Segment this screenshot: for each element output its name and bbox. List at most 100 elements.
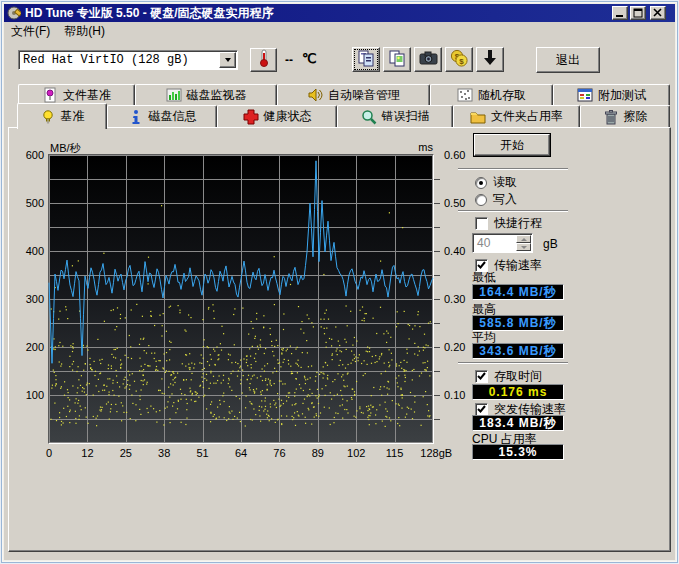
- cpu-usage-value: 15.3%: [472, 444, 564, 460]
- benchmark-plot: [48, 154, 434, 444]
- tab-label: 附加测试: [598, 87, 646, 104]
- access-time-checkbox[interactable]: 存取时间: [475, 368, 542, 385]
- tab-aam[interactable]: 自动噪音管理: [277, 84, 430, 105]
- folder-icon: [470, 109, 486, 125]
- menu-help[interactable]: 帮助(H): [57, 21, 112, 42]
- left-axis-tick-label: 500: [26, 197, 44, 209]
- tab-label: 文件夹占用率: [491, 108, 563, 125]
- tab-label: 文件基准: [63, 87, 111, 104]
- extra-tests-icon: [577, 87, 593, 103]
- minimize-button[interactable]: [612, 6, 628, 20]
- info-icon: [128, 109, 144, 125]
- capacity-spinner[interactable]: 40: [472, 233, 533, 253]
- coins-icon: $$: [450, 49, 468, 71]
- tab-erase[interactable]: 擦除: [580, 105, 670, 127]
- camera-icon: [419, 50, 438, 69]
- right-axis-tick-label: 0.30: [444, 293, 465, 305]
- maximize-button[interactable]: [630, 6, 646, 20]
- tab-error-scan[interactable]: 错误扫描: [337, 105, 453, 127]
- tab-folder-usage[interactable]: 文件夹占用率: [453, 105, 580, 127]
- x-axis-tick-label: 89: [312, 447, 324, 459]
- menu-bar: 文件(F)帮助(H): [4, 22, 675, 41]
- avg-value: 343.6 MB/秒: [472, 343, 564, 359]
- drive-selector[interactable]: Red Hat VirtIO (128 gB): [18, 50, 238, 70]
- left-axis-tick-label: 100: [26, 389, 44, 401]
- left-axis-tick-label: 200: [26, 341, 44, 353]
- checkbox-checked-icon: [475, 370, 488, 383]
- left-axis-tick-label: 300: [26, 293, 44, 305]
- x-axis-tick-label: 128gB: [420, 447, 452, 459]
- x-axis-tick-label: 12: [81, 447, 93, 459]
- speaker-icon: [307, 87, 323, 103]
- x-axis-tick-label: 64: [235, 447, 247, 459]
- copy-button[interactable]: [352, 47, 380, 72]
- tab-label: 基准: [61, 108, 85, 125]
- radio-selected-icon: [475, 177, 487, 189]
- title-bar: HD Tune 专业版 5.50 - 硬盘/固态硬盘实用程序: [4, 4, 675, 22]
- down-arrow-icon: [482, 49, 498, 70]
- x-axis-tick-label: 38: [158, 447, 170, 459]
- tab-label: 磁盘监视器: [187, 87, 247, 104]
- menu-file[interactable]: 文件(F): [4, 21, 57, 42]
- separator: [458, 362, 568, 364]
- screenshot-button[interactable]: [414, 47, 442, 72]
- tab-label: 擦除: [624, 108, 648, 125]
- x-axis-tick-label: 25: [120, 447, 132, 459]
- x-axis-tick-label: 115: [386, 447, 404, 459]
- separator: [458, 210, 568, 212]
- window-title: HD Tune 专业版 5.50 - 硬盘/固态硬盘实用程序: [25, 5, 273, 22]
- spin-down-button[interactable]: [516, 243, 531, 251]
- tab-label: 磁盘信息: [149, 108, 197, 125]
- file-benchmark-icon: [42, 87, 58, 103]
- access-time-value: 0.176 ms: [472, 384, 564, 400]
- capacity-unit: gB: [543, 237, 558, 251]
- left-axis-tick-label: 400: [26, 245, 44, 257]
- separator: [458, 168, 568, 170]
- tab-disk-monitor[interactable]: 磁盘监视器: [135, 84, 277, 105]
- right-axis-tick-label: 0.60: [444, 149, 465, 161]
- capacity-value: 40: [473, 234, 515, 252]
- checkbox-icon: [475, 217, 488, 230]
- copy-image-icon: [388, 49, 406, 71]
- tab-file-benchmark[interactable]: 文件基准: [18, 84, 135, 105]
- app-window: HD Tune 专业版 5.50 - 硬盘/固态硬盘实用程序 文件(F)帮助(H…: [0, 0, 679, 564]
- app-icon: [7, 6, 21, 20]
- tab-random-access[interactable]: 随机存取: [430, 84, 553, 105]
- exit-button[interactable]: 退出: [536, 47, 600, 73]
- read-radio[interactable]: 读取: [475, 174, 517, 191]
- temperature-button[interactable]: [250, 48, 277, 72]
- x-axis-tick-label: 76: [273, 447, 285, 459]
- disk-monitor-icon: [166, 87, 182, 103]
- right-axis-title: ms: [418, 141, 433, 153]
- copy-image-button[interactable]: [383, 47, 411, 72]
- tab-benchmark[interactable]: 基准: [17, 103, 107, 129]
- tab-label: 错误扫描: [382, 108, 430, 125]
- tab-label: 自动噪音管理: [328, 87, 400, 104]
- spin-up-button[interactable]: [516, 235, 531, 243]
- random-access-icon: [457, 87, 473, 103]
- write-radio[interactable]: 写入: [475, 191, 517, 208]
- left-axis-tick-label: 600: [26, 149, 44, 161]
- x-axis-tick-label: 0: [46, 447, 52, 459]
- magnifier-icon: [361, 109, 377, 125]
- thermometer-icon: [258, 49, 270, 71]
- min-value: 164.4 MB/秒: [472, 284, 564, 300]
- close-button[interactable]: [650, 6, 666, 20]
- svg-text:$: $: [459, 56, 464, 65]
- tab-label: 随机存取: [478, 87, 526, 104]
- tab-extra-tests[interactable]: 附加测试: [553, 84, 670, 105]
- tab-disk-info[interactable]: 磁盘信息: [107, 105, 217, 127]
- burst-rate-value: 183.4 MB/秒: [472, 415, 564, 431]
- trash-icon: [603, 109, 619, 125]
- tab-health[interactable]: 健康状态: [217, 105, 337, 127]
- copy-icon: [357, 49, 375, 71]
- right-axis-tick-label: 0.10: [444, 389, 465, 401]
- lightbulb-icon: [40, 109, 56, 125]
- drive-selector-dropdown-button[interactable]: [219, 52, 236, 68]
- start-button[interactable]: 开始: [473, 133, 551, 157]
- right-axis-tick-label: 0.50: [444, 197, 465, 209]
- tab-label: 健康状态: [264, 108, 312, 125]
- donate-button[interactable]: $$: [445, 47, 473, 72]
- short-stroke-checkbox[interactable]: 快捷行程: [475, 215, 542, 232]
- save-button[interactable]: [476, 47, 504, 72]
